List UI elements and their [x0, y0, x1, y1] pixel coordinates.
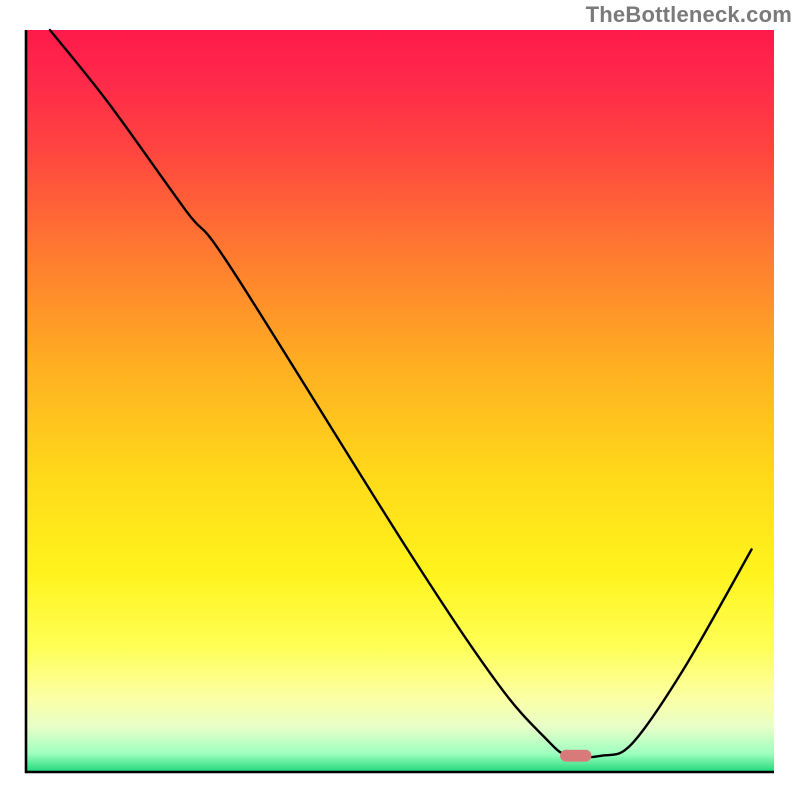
bottleneck-chart	[0, 0, 800, 800]
min-marker	[560, 750, 591, 762]
gradient-area	[26, 30, 774, 772]
watermark-text: TheBottleneck.com	[586, 2, 792, 28]
